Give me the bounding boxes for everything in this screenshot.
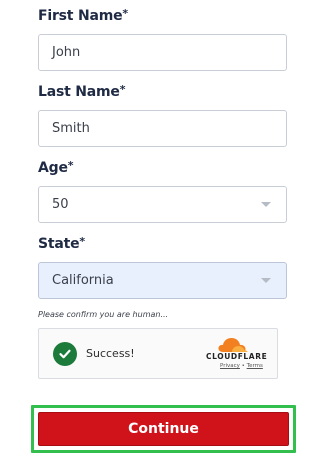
captcha-hint: Please confirm you are human... xyxy=(38,310,169,319)
last-name-label-text: Last Name xyxy=(38,84,120,100)
last-name-label: Last Name* xyxy=(38,83,126,100)
first-name-field[interactable]: John xyxy=(38,34,287,71)
captcha-status: Success! xyxy=(86,347,135,360)
captcha-links: Privacy • Terms xyxy=(220,363,263,369)
registration-form: First Name* John Last Name* Smith Age* 5… xyxy=(0,0,328,466)
last-name-value: Smith xyxy=(52,121,90,136)
check-circle-icon xyxy=(53,342,77,366)
first-name-label: First Name* xyxy=(38,7,128,24)
continue-button[interactable]: Continue xyxy=(38,412,289,446)
first-name-label-text: First Name xyxy=(38,8,123,24)
age-select[interactable]: 50 xyxy=(38,186,287,223)
required-mark: * xyxy=(119,83,126,96)
chevron-down-icon xyxy=(261,202,271,207)
last-name-field[interactable]: Smith xyxy=(38,110,287,147)
terms-link[interactable]: Terms xyxy=(247,363,263,369)
age-label: Age* xyxy=(38,159,74,176)
cloudflare-brand-text: CLOUDFLARE xyxy=(206,352,268,361)
age-label-text: Age xyxy=(38,160,68,176)
link-separator: • xyxy=(241,363,245,369)
first-name-value: John xyxy=(52,45,81,60)
required-mark: * xyxy=(79,235,85,248)
privacy-link[interactable]: Privacy xyxy=(220,363,240,369)
state-select[interactable]: California xyxy=(38,262,287,299)
state-label-text: State xyxy=(38,236,80,252)
required-mark: * xyxy=(67,159,74,172)
required-mark: * xyxy=(122,7,128,20)
chevron-down-icon xyxy=(261,278,271,283)
state-label: State* xyxy=(38,235,85,252)
age-selected-value: 50 xyxy=(52,197,69,212)
continue-button-highlight: Continue xyxy=(31,405,296,453)
cloudflare-turnstile-widget[interactable]: Success! CLOUDFLARE Privacy • Terms xyxy=(38,328,278,379)
state-selected-value: California xyxy=(52,273,114,288)
